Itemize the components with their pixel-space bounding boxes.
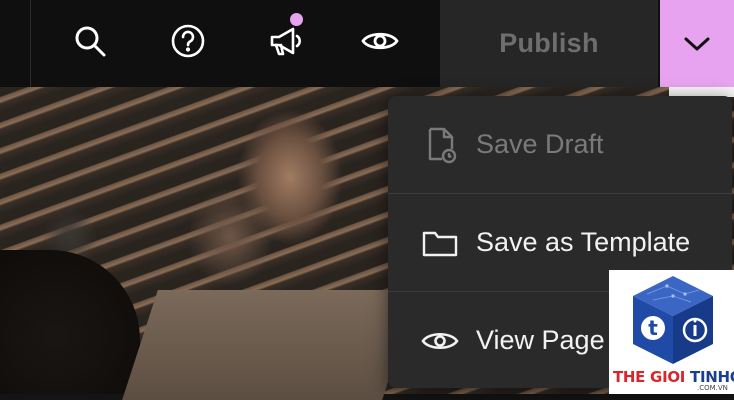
notification-dot — [290, 13, 303, 26]
announcements-button[interactable] — [256, 13, 316, 69]
toolbar-divider — [30, 0, 31, 87]
menu-item-label: Save Draft — [476, 129, 604, 159]
cube-logo-icon: t — [633, 276, 713, 364]
announcements-icon — [270, 27, 301, 56]
search-icon — [75, 26, 106, 57]
watermark-domain: .COM.VN — [697, 384, 728, 392]
file-clock-icon — [420, 125, 460, 165]
menu-item-save-draft[interactable]: Save Draft — [388, 96, 732, 193]
preview-icon — [361, 32, 399, 50]
publish-options-toggle[interactable] — [660, 0, 734, 87]
folder-icon — [420, 223, 460, 263]
svg-text:t: t — [648, 316, 658, 340]
eye-icon — [420, 321, 460, 361]
help-button[interactable] — [158, 13, 218, 69]
menu-item-label: View Page — [476, 325, 605, 355]
chevron-down-icon — [684, 37, 710, 50]
publish-button[interactable]: Publish — [440, 0, 658, 87]
watermark-logo: t THE GIOI TINHOC .COM.VN — [609, 270, 734, 394]
preview-button[interactable] — [350, 13, 410, 69]
photo-seat — [122, 290, 418, 400]
top-toolbar: Publish — [0, 0, 734, 87]
search-button[interactable] — [60, 13, 120, 69]
menu-item-label: Save as Template — [476, 227, 691, 257]
help-icon — [171, 24, 205, 58]
